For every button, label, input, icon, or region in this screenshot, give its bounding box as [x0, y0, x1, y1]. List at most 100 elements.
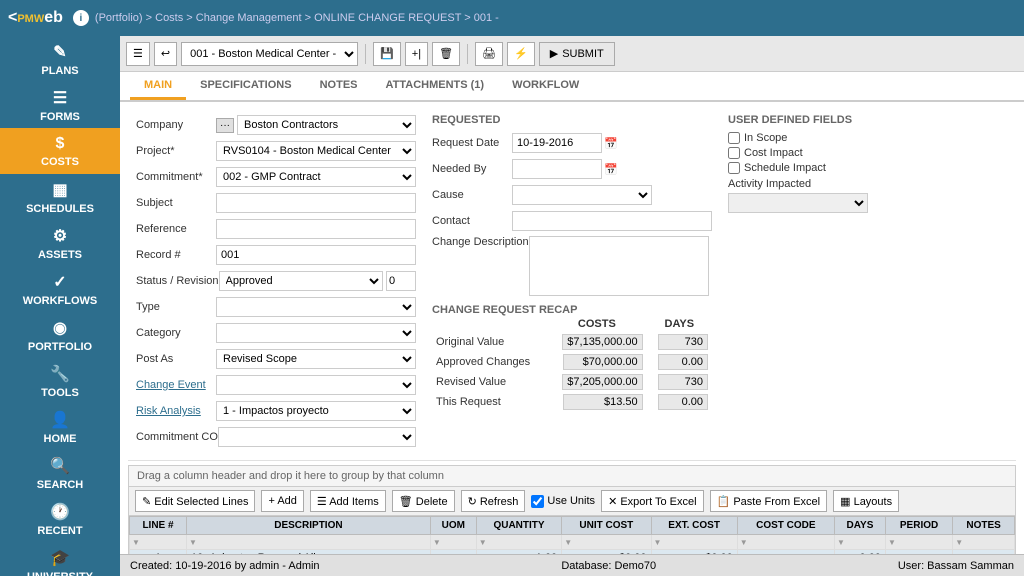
- subject-row: Subject: [136, 192, 416, 214]
- subject-input[interactable]: [216, 193, 416, 213]
- schedule-impact-checkbox[interactable]: [728, 162, 740, 174]
- needed-by-row: Needed By 📅: [432, 158, 712, 180]
- sidebar-item-workflows[interactable]: ✓ WORKFLOWS: [0, 266, 120, 312]
- change-desc-textarea[interactable]: [529, 236, 709, 296]
- filter-icon[interactable]: ▼: [132, 538, 140, 547]
- tab-notes[interactable]: NOTES: [306, 73, 372, 100]
- delete-item-button[interactable]: 🗑 Delete: [392, 490, 455, 512]
- filter-icon[interactable]: ▼: [189, 538, 197, 547]
- add-button[interactable]: +|: [405, 42, 428, 66]
- needed-by-calendar-icon[interactable]: 📅: [604, 163, 618, 176]
- grid-column-header[interactable]: DAYS: [834, 517, 885, 535]
- sidebar-item-search[interactable]: 🔍 SEARCH: [0, 450, 120, 496]
- add-items-button[interactable]: ☰ Add Items: [310, 490, 386, 512]
- grid-column-header[interactable]: PERIOD: [885, 517, 952, 535]
- grid-column-header[interactable]: COST CODE: [737, 517, 834, 535]
- sidebar-item-assets[interactable]: ⚙ ASSETS: [0, 220, 120, 266]
- needed-by-input[interactable]: [512, 159, 602, 179]
- cause-select[interactable]: [512, 185, 652, 205]
- sidebar-item-portfolio[interactable]: ◉ PORTFOLIO: [0, 312, 120, 358]
- save-button[interactable]: 💾: [373, 42, 401, 66]
- cost-impact-checkbox[interactable]: [728, 147, 740, 159]
- grid-column-header[interactable]: UOM: [430, 517, 476, 535]
- grid-column-header[interactable]: EXT. COST: [651, 517, 737, 535]
- filter-icon[interactable]: ▼: [479, 538, 487, 547]
- post-as-select[interactable]: Revised Scope: [216, 349, 416, 369]
- filter-icon[interactable]: ▼: [740, 538, 748, 547]
- status-select[interactable]: Approved: [219, 271, 383, 291]
- sidebar-item-schedules[interactable]: ▦ SCHEDULES: [0, 174, 120, 220]
- recap-row-label: Approved Changes: [432, 352, 547, 372]
- commitment-select[interactable]: 002 - GMP Contract: [216, 167, 416, 187]
- sidebar-item-university-label: UNIVERSITY: [27, 571, 93, 576]
- toolbar-separator-2: [467, 44, 468, 64]
- filter-icon[interactable]: ▼: [888, 538, 896, 547]
- grid-column-header[interactable]: QUANTITY: [476, 517, 561, 535]
- recap-row-costs: $7,135,000.00: [547, 332, 647, 352]
- sidebar-item-forms[interactable]: ☰ FORMS: [0, 82, 120, 128]
- tab-workflow[interactable]: WORKFLOW: [498, 73, 593, 100]
- tab-main[interactable]: MAIN: [130, 73, 186, 100]
- sidebar-item-costs[interactable]: $ COSTS: [0, 128, 120, 174]
- company-ellipsis-button[interactable]: ···: [216, 118, 234, 133]
- sidebar-item-tools[interactable]: 🔧 TOOLS: [0, 358, 120, 404]
- filter-icon[interactable]: ▼: [837, 538, 845, 547]
- record-input[interactable]: [216, 245, 416, 265]
- change-event-label[interactable]: Change Event: [136, 379, 216, 391]
- recap-row: Revised Value $7,205,000.00 730: [432, 372, 712, 392]
- use-units-checkbox[interactable]: [531, 495, 544, 508]
- content-area: ☰ ↩ 001 - Boston Medical Center - 💾 +| 🗑…: [120, 36, 1024, 576]
- contact-input[interactable]: [512, 211, 712, 231]
- company-select[interactable]: Boston Contractors: [237, 115, 416, 135]
- type-select[interactable]: [216, 297, 416, 317]
- grid-filter-cell: ▼: [430, 535, 476, 550]
- filter-icon[interactable]: ▼: [433, 538, 441, 547]
- category-select[interactable]: [216, 323, 416, 343]
- change-event-row: Change Event: [136, 374, 416, 396]
- change-event-select[interactable]: [216, 375, 416, 395]
- edit-selected-lines-button[interactable]: ✎ Edit Selected Lines: [135, 490, 255, 512]
- delete-button[interactable]: 🗑: [432, 42, 460, 66]
- recap-row-label: Original Value: [432, 332, 547, 352]
- refresh-button[interactable]: ↻ Refresh: [461, 490, 526, 512]
- commitment-co-select[interactable]: [218, 427, 416, 447]
- list-view-button[interactable]: ☰: [126, 42, 150, 66]
- sidebar-item-university[interactable]: 🎓 UNIVERSITY: [0, 542, 120, 576]
- lightning-button[interactable]: ⚡: [507, 42, 535, 66]
- in-scope-checkbox[interactable]: [728, 132, 740, 144]
- submit-button[interactable]: ▶ SUBMIT: [539, 42, 615, 66]
- layouts-button[interactable]: ▦ Layouts: [833, 490, 899, 512]
- grid-column-header[interactable]: LINE #: [130, 517, 187, 535]
- project-select[interactable]: RVS0104 - Boston Medical Center: [216, 141, 416, 161]
- print-button[interactable]: 🖨: [475, 42, 503, 66]
- grid-column-header[interactable]: NOTES: [953, 517, 1015, 535]
- project-dropdown[interactable]: 001 - Boston Medical Center -: [181, 42, 358, 66]
- activity-impacted-row: Activity Impacted: [728, 178, 1008, 190]
- risk-analysis-label[interactable]: Risk Analysis: [136, 405, 216, 417]
- activity-impacted-select[interactable]: [728, 193, 868, 213]
- sidebar-item-plans[interactable]: ✎ PLANS: [0, 36, 120, 82]
- undo-button[interactable]: ↩: [154, 42, 177, 66]
- tab-specifications[interactable]: SPECIFICATIONS: [186, 73, 305, 100]
- recap-days-header: DAYS: [647, 316, 712, 332]
- filter-icon[interactable]: ▼: [654, 538, 662, 547]
- risk-analysis-select[interactable]: 1 - Impactos proyecto: [216, 401, 416, 421]
- tab-attachments[interactable]: ATTACHMENTS (1): [372, 73, 499, 100]
- search-icon: 🔍: [50, 456, 70, 476]
- status-revision-input[interactable]: [386, 271, 416, 291]
- paste-excel-button[interactable]: 📋 Paste From Excel: [710, 490, 828, 512]
- grid-column-header[interactable]: DESCRIPTION: [187, 517, 431, 535]
- add-item-button[interactable]: + Add: [261, 490, 303, 512]
- grid-column-header[interactable]: UNIT COST: [562, 517, 651, 535]
- request-date-input[interactable]: [512, 133, 602, 153]
- sidebar-item-recent-label: RECENT: [37, 525, 82, 537]
- request-date-calendar-icon[interactable]: 📅: [604, 137, 618, 150]
- filter-icon[interactable]: ▼: [564, 538, 572, 547]
- sidebar-item-recent[interactable]: 🕐 RECENT: [0, 496, 120, 542]
- reference-input[interactable]: [216, 219, 416, 239]
- export-excel-button[interactable]: ✕ Export To Excel: [601, 490, 704, 512]
- info-icon[interactable]: i: [73, 10, 89, 26]
- sidebar-item-home[interactable]: 👤 HOME: [0, 404, 120, 450]
- filter-icon[interactable]: ▼: [955, 538, 963, 547]
- costs-icon: $: [56, 135, 65, 153]
